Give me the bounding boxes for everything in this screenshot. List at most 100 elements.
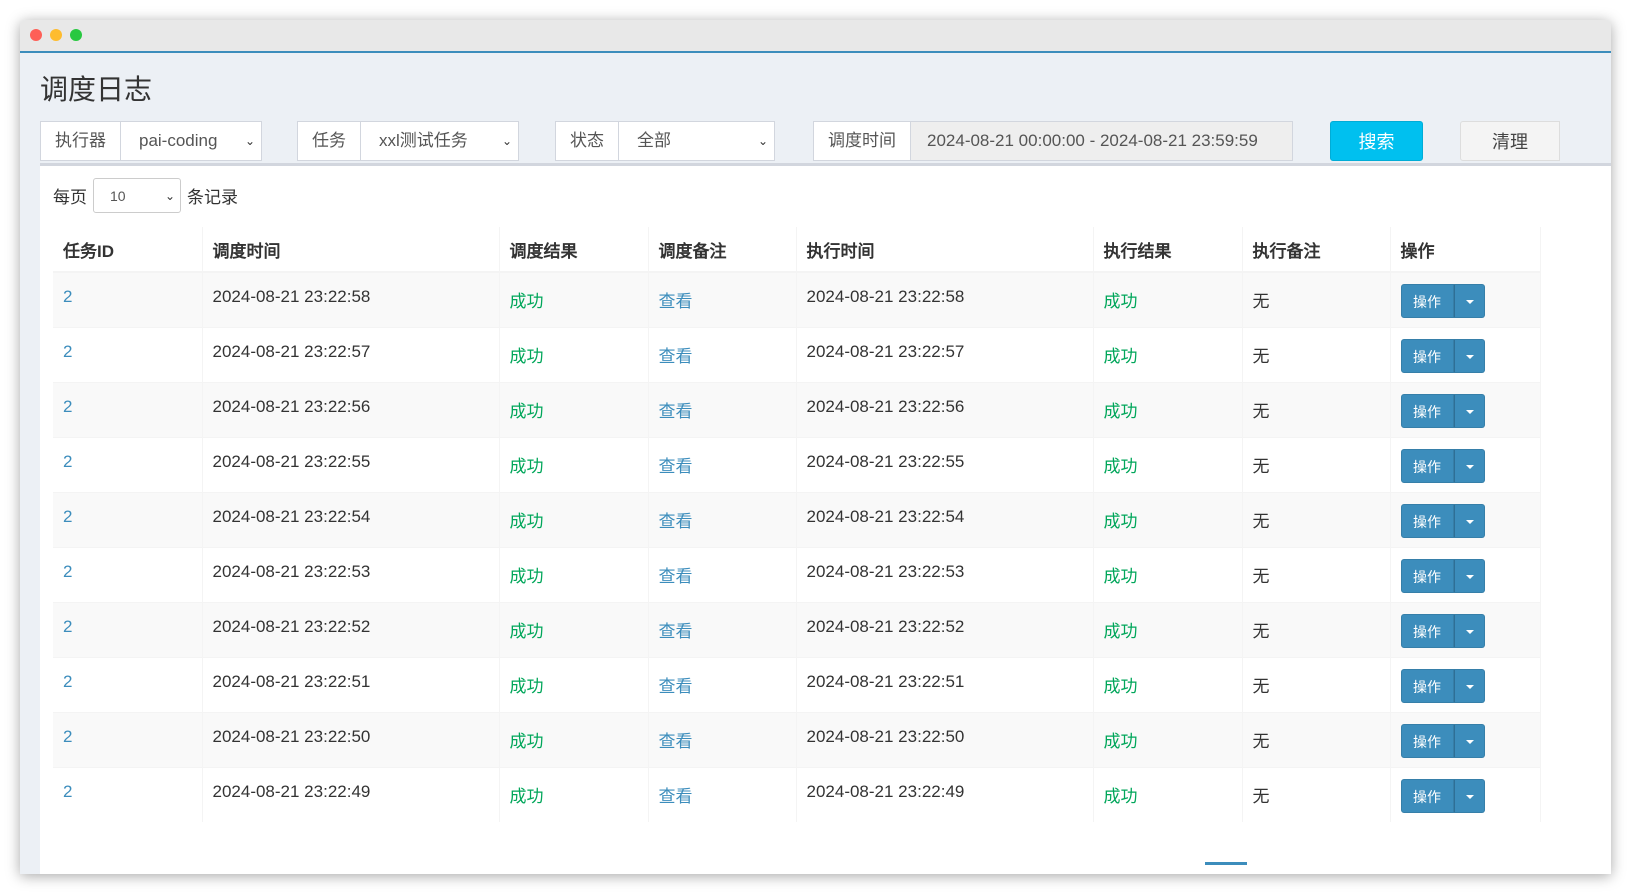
pagination-active-indicator[interactable] xyxy=(1205,862,1247,865)
caret-down-icon[interactable] xyxy=(1453,723,1485,758)
table-row: 2 2024-08-21 23:22:55 成功 查看 2024-08-21 2… xyxy=(53,436,1541,492)
job-id-link[interactable]: 2 xyxy=(63,617,72,636)
status-select[interactable]: 全部 ⌄ xyxy=(618,121,775,161)
column-header-handle-note[interactable]: 执行备注 xyxy=(1242,227,1391,273)
trigger-time-cell: 2024-08-21 23:22:54 xyxy=(202,491,500,547)
caret-down-icon[interactable] xyxy=(1453,558,1485,593)
operation-button[interactable]: 操作 xyxy=(1400,723,1454,758)
caret-down-icon[interactable] xyxy=(1453,778,1485,813)
job-id-link[interactable]: 2 xyxy=(63,727,72,746)
operation-button[interactable]: 操作 xyxy=(1400,778,1454,813)
caret-down-icon[interactable] xyxy=(1453,448,1485,483)
trigger-result-cell: 成功 xyxy=(509,621,544,641)
operation-button-group: 操作 xyxy=(1400,448,1485,483)
handle-result-cell: 成功 xyxy=(1103,511,1138,531)
executor-select[interactable]: pai-coding ⌄ xyxy=(120,121,262,161)
caret-down-icon[interactable] xyxy=(1453,668,1485,703)
handle-note-cell: 无 xyxy=(1242,381,1391,437)
column-header-handle-result[interactable]: 执行结果 xyxy=(1093,227,1243,273)
trigger-note-link[interactable]: 查看 xyxy=(659,622,693,641)
trigger-note-link[interactable]: 查看 xyxy=(659,402,693,421)
job-id-link[interactable]: 2 xyxy=(63,562,72,581)
operation-button[interactable]: 操作 xyxy=(1400,668,1454,703)
job-select-value: xxl测试任务 xyxy=(379,131,468,150)
column-header-trigger-result[interactable]: 调度结果 xyxy=(499,227,649,273)
search-button[interactable]: 搜索 xyxy=(1330,121,1423,161)
chevron-down-icon: ⌄ xyxy=(244,134,255,148)
handle-note-cell: 无 xyxy=(1242,491,1391,547)
trigger-time-cell: 2024-08-21 23:22:58 xyxy=(202,271,500,327)
handle-note-cell: 无 xyxy=(1242,656,1391,712)
trigger-time-cell: 2024-08-21 23:22:56 xyxy=(202,381,500,437)
column-header-trigger-time[interactable]: 调度时间 xyxy=(202,227,500,273)
operation-button[interactable]: 操作 xyxy=(1400,558,1454,593)
page-length-control: 每页 10 ⌄ 条记录 xyxy=(53,178,238,213)
trigger-time-cell: 2024-08-21 23:22:55 xyxy=(202,436,500,492)
job-id-link[interactable]: 2 xyxy=(63,452,72,471)
handle-time-cell: 2024-08-21 23:22:54 xyxy=(796,491,1094,547)
close-window-icon[interactable] xyxy=(30,29,42,41)
trigger-note-link[interactable]: 查看 xyxy=(659,787,693,806)
handle-time-cell: 2024-08-21 23:22:58 xyxy=(796,271,1094,327)
job-id-link[interactable]: 2 xyxy=(63,782,72,801)
operation-button[interactable]: 操作 xyxy=(1400,613,1454,648)
caret-down-icon[interactable] xyxy=(1453,284,1485,318)
job-id-link[interactable]: 2 xyxy=(63,287,72,306)
job-id-link[interactable]: 2 xyxy=(63,507,72,526)
caret-down-icon[interactable] xyxy=(1453,338,1485,373)
caret-down-icon[interactable] xyxy=(1453,503,1485,538)
trigger-result-cell: 成功 xyxy=(509,292,544,311)
handle-result-cell: 成功 xyxy=(1103,401,1138,421)
trigger-note-link[interactable]: 查看 xyxy=(659,457,693,476)
window-titlebar xyxy=(20,20,1611,53)
table-row: 2 2024-08-21 23:22:54 成功 查看 2024-08-21 2… xyxy=(53,491,1541,547)
trigger-time-cell: 2024-08-21 23:22:53 xyxy=(202,546,500,602)
handle-result-cell: 成功 xyxy=(1103,731,1138,751)
page-length-prefix: 每页 xyxy=(53,188,87,207)
operation-button[interactable]: 操作 xyxy=(1400,503,1454,538)
trigger-note-link[interactable]: 查看 xyxy=(659,677,693,696)
handle-time-cell: 2024-08-21 23:22:57 xyxy=(796,326,1094,382)
maximize-window-icon[interactable] xyxy=(70,29,82,41)
trigger-result-cell: 成功 xyxy=(509,401,544,421)
job-select[interactable]: xxl测试任务 ⌄ xyxy=(360,121,519,161)
operation-button[interactable]: 操作 xyxy=(1400,448,1454,483)
trigger-note-link[interactable]: 查看 xyxy=(659,292,693,311)
job-id-link[interactable]: 2 xyxy=(63,397,72,416)
trigger-time-cell: 2024-08-21 23:22:57 xyxy=(202,326,500,382)
operation-button[interactable]: 操作 xyxy=(1400,393,1454,428)
job-id-link[interactable]: 2 xyxy=(63,672,72,691)
job-id-link[interactable]: 2 xyxy=(63,342,72,361)
job-label: 任务 xyxy=(297,121,360,161)
page-length-select[interactable]: 10 ⌄ xyxy=(93,178,181,213)
column-header-trigger-note[interactable]: 调度备注 xyxy=(648,227,797,273)
trigger-note-link[interactable]: 查看 xyxy=(659,347,693,366)
chevron-down-icon: ⌄ xyxy=(501,134,512,148)
trigger-note-link[interactable]: 查看 xyxy=(659,512,693,531)
trigger-time-cell: 2024-08-21 23:22:49 xyxy=(202,766,500,822)
table-row: 2 2024-08-21 23:22:50 成功 查看 2024-08-21 2… xyxy=(53,711,1541,767)
column-header-job-id[interactable]: 任务ID xyxy=(53,227,203,273)
column-header-handle-time[interactable]: 执行时间 xyxy=(796,227,1094,273)
table-header-row: 任务ID 调度时间 调度结果 调度备注 执行时间 执行结果 执行备注 操作 xyxy=(53,227,1541,273)
table-row: 2 2024-08-21 23:22:51 成功 查看 2024-08-21 2… xyxy=(53,656,1541,712)
trigger-note-link[interactable]: 查看 xyxy=(659,732,693,751)
trigger-note-link[interactable]: 查看 xyxy=(659,567,693,586)
operation-button[interactable]: 操作 xyxy=(1400,338,1454,373)
handle-result-cell: 成功 xyxy=(1103,292,1138,311)
chevron-down-icon: ⌄ xyxy=(164,189,175,203)
caret-down-icon[interactable] xyxy=(1453,393,1485,428)
trigger-result-cell: 成功 xyxy=(509,346,544,366)
time-range-input[interactable]: 2024-08-21 00:00:00 - 2024-08-21 23:59:5… xyxy=(910,121,1293,161)
minimize-window-icon[interactable] xyxy=(50,29,62,41)
table-row: 2 2024-08-21 23:22:53 成功 查看 2024-08-21 2… xyxy=(53,546,1541,602)
operation-button-group: 操作 xyxy=(1400,503,1485,538)
caret-down-icon[interactable] xyxy=(1453,613,1485,648)
page-length-value: 10 xyxy=(110,188,126,204)
clear-button[interactable]: 清理 xyxy=(1460,121,1560,161)
handle-note-cell: 无 xyxy=(1242,436,1391,492)
handle-note-cell: 无 xyxy=(1242,711,1391,767)
operation-button[interactable]: 操作 xyxy=(1400,284,1454,318)
status-filter: 状态 全部 ⌄ xyxy=(555,121,775,161)
page-length-suffix: 条记录 xyxy=(187,188,238,207)
